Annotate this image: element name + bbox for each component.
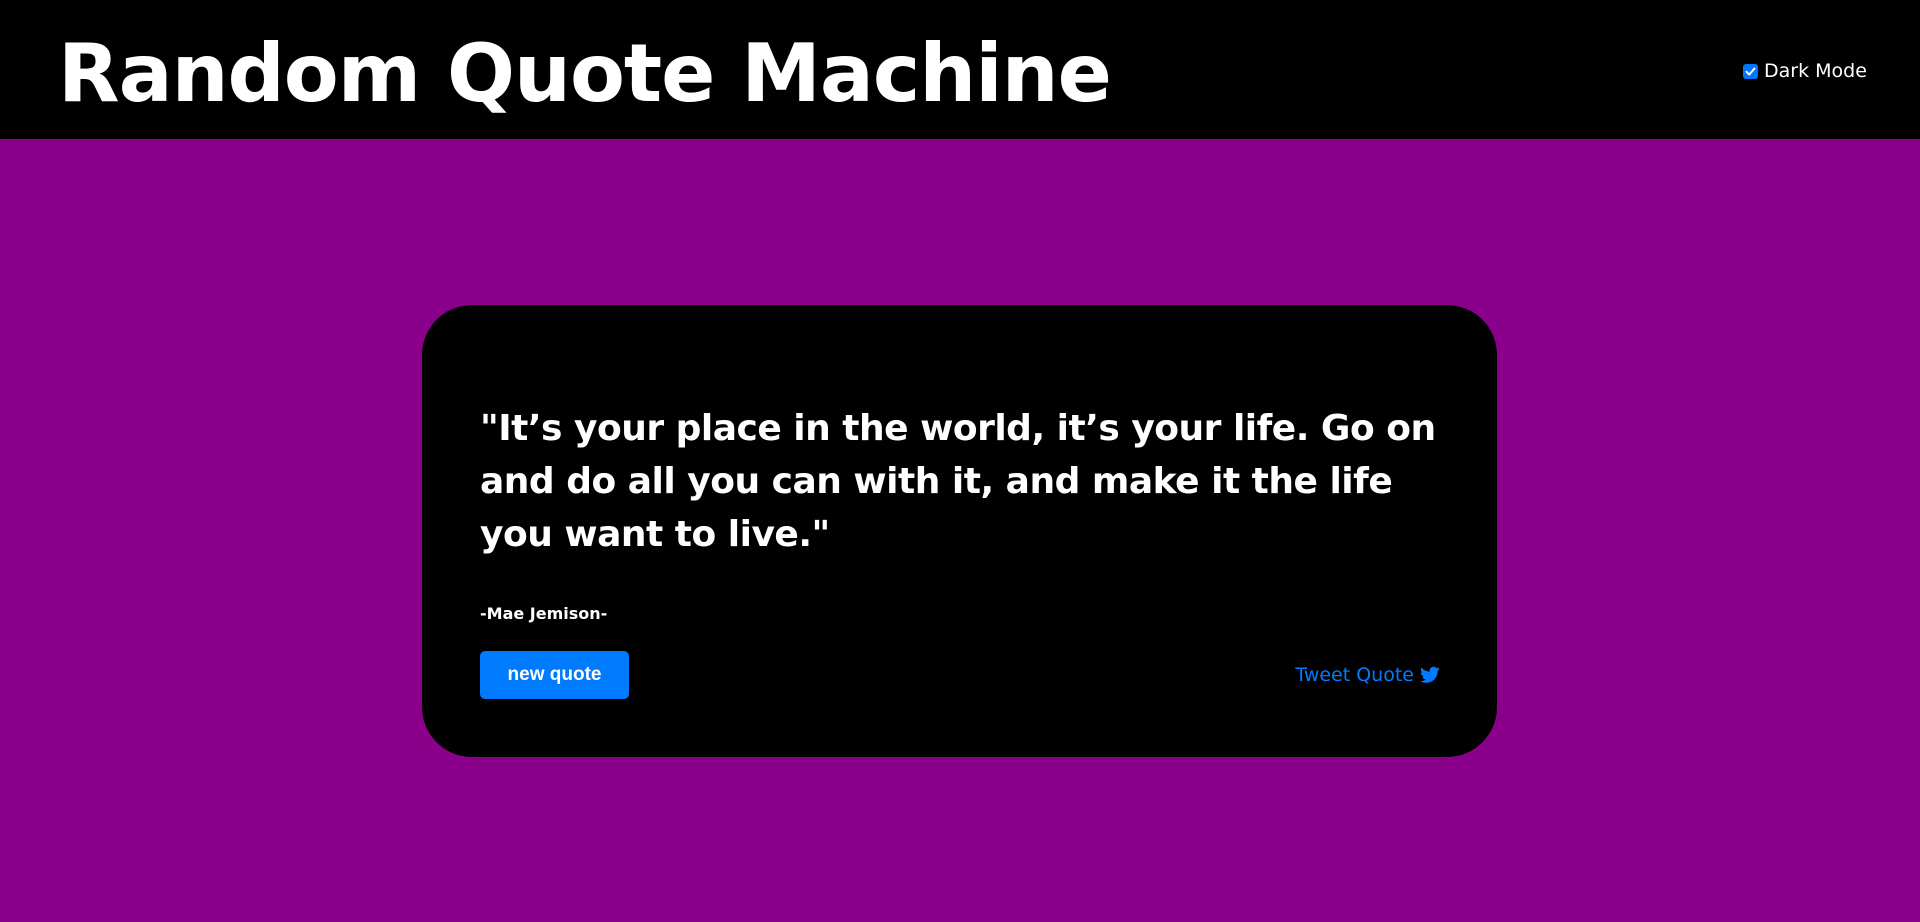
- site-header: Random Quote Machine Dark Mode: [0, 0, 1920, 139]
- tweet-quote-link[interactable]: Tweet Quote: [1295, 663, 1440, 687]
- quote-box: "It’s your place in the world, it’s your…: [422, 305, 1497, 757]
- page-title: Random Quote Machine: [58, 27, 1112, 120]
- dark-mode-checkbox[interactable]: [1743, 63, 1758, 79]
- new-quote-button[interactable]: new quote: [480, 651, 629, 699]
- tweet-quote-label: Tweet Quote: [1295, 664, 1414, 686]
- quote-author: -Mae Jemison-: [480, 604, 608, 623]
- checkmark-icon: [1745, 67, 1756, 75]
- twitter-icon: [1420, 666, 1440, 684]
- quote-text: "It’s your place in the world, it’s your…: [480, 408, 1436, 555]
- dark-mode-label: Dark Mode: [1764, 60, 1867, 82]
- dark-mode-toggle[interactable]: Dark Mode: [1743, 58, 1867, 84]
